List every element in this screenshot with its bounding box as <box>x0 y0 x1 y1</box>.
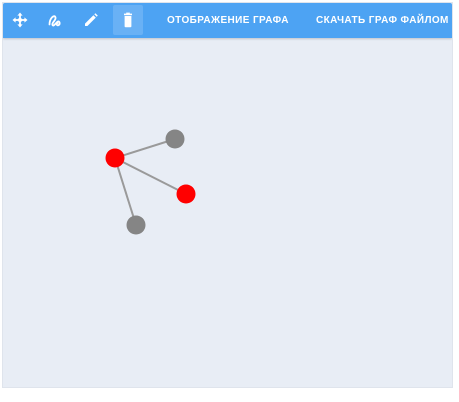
graph-node[interactable] <box>165 129 185 149</box>
graph-canvas[interactable] <box>3 38 453 388</box>
nodes-layer <box>105 129 196 235</box>
download-graph-menu[interactable]: СКАЧАТЬ ГРАФ ФАЙЛОМ <box>316 3 449 38</box>
squiggle-path-icon <box>48 15 61 27</box>
pencil-icon <box>85 13 98 26</box>
graph-svg[interactable] <box>3 38 453 388</box>
delete-tool-button[interactable] <box>113 5 143 35</box>
app-window: ОТОБРАЖЕНИЕ ГРАФА СКАЧАТЬ ГРАФ ФАЙЛОМ <box>2 2 453 388</box>
draw-edge-tool-button[interactable] <box>40 5 70 35</box>
graph-edge[interactable] <box>114 157 187 195</box>
trash-icon <box>124 12 132 28</box>
graph-node[interactable] <box>126 215 146 235</box>
move-arrows-icon <box>12 12 28 28</box>
display-graph-menu[interactable]: ОТОБРАЖЕНИЕ ГРАФА <box>167 3 289 38</box>
toolbar: ОТОБРАЖЕНИЕ ГРАФА СКАЧАТЬ ГРАФ ФАЙЛОМ <box>3 3 452 38</box>
graph-node-selected[interactable] <box>105 148 125 168</box>
edit-tool-button[interactable] <box>76 5 106 35</box>
graph-node-selected[interactable] <box>176 184 196 204</box>
move-tool-button[interactable] <box>5 5 35 35</box>
edges-layer <box>114 138 187 226</box>
